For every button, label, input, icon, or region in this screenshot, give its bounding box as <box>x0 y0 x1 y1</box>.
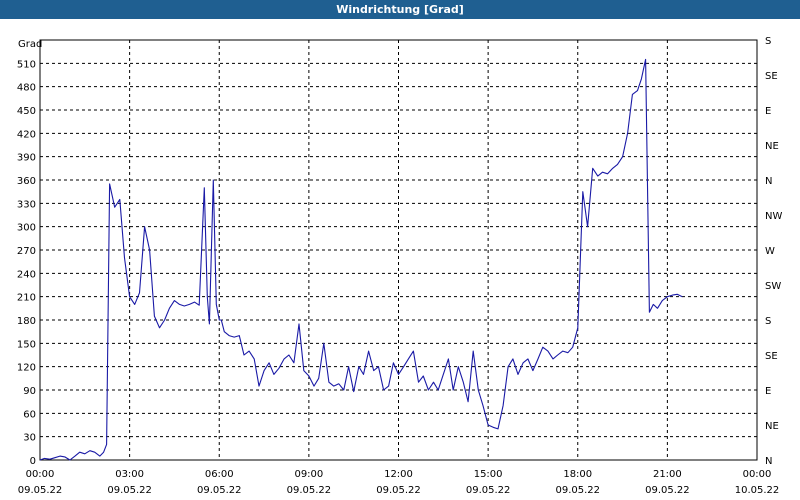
right-axis-label: N <box>765 456 772 467</box>
x-tick-time: 18:00 <box>563 469 592 480</box>
chart-window-title: Windrichtung [Grad] <box>0 0 800 19</box>
y-tick-label: 240 <box>17 269 36 280</box>
x-tick-time: 21:00 <box>653 469 682 480</box>
wind-direction-chart: 0 30 60 90 120 150 180 210 240 270 300 330 360 390 420… <box>0 19 800 500</box>
x-tick-time: 03:00 <box>115 469 144 480</box>
right-axis-label: NE <box>765 141 779 152</box>
y-tick-label: 90 <box>23 386 36 397</box>
right-axis-label: N <box>765 176 772 187</box>
y-tick-label: 150 <box>17 339 36 350</box>
x-tick-time: 15:00 <box>474 469 503 480</box>
right-axis-label: S <box>765 36 771 47</box>
y-tick-label: 180 <box>17 316 36 327</box>
x-tick-time: 12:00 <box>384 469 413 480</box>
y-tick-label: 420 <box>17 129 36 140</box>
x-tick-date: 09.05.22 <box>287 485 332 496</box>
plot-background <box>0 19 800 500</box>
x-tick-time: 00:00 <box>26 469 55 480</box>
right-axis-label: W <box>765 246 775 257</box>
x-tick-date: 09.05.22 <box>645 485 690 496</box>
x-tick-time: 06:00 <box>205 469 234 480</box>
x-tick-date: 09.05.22 <box>107 485 152 496</box>
x-tick-date: 09.05.22 <box>555 485 600 496</box>
y-tick-label: 300 <box>17 223 36 234</box>
y-axis-unit-label: Grad <box>18 39 42 50</box>
x-tick-date: 09.05.22 <box>376 485 421 496</box>
y-tick-label: 390 <box>17 153 36 164</box>
right-axis-label: S <box>765 316 771 327</box>
right-axis-label: SE <box>765 351 778 362</box>
x-tick-date: 10.05.22 <box>735 485 780 496</box>
right-axis-label: NW <box>765 211 782 222</box>
x-tick-time: 00:00 <box>743 469 772 480</box>
x-tick-time: 09:00 <box>294 469 323 480</box>
y-tick-label: 0 <box>30 456 36 467</box>
y-tick-label: 270 <box>17 246 36 257</box>
x-tick-date: 09.05.22 <box>18 485 63 496</box>
y-tick-label: 210 <box>17 293 36 304</box>
y-tick-label: 30 <box>23 433 36 444</box>
y-tick-label: 510 <box>17 59 36 70</box>
right-axis-label: NE <box>765 421 779 432</box>
y-tick-label: 330 <box>17 199 36 210</box>
y-tick-label: 360 <box>17 176 36 187</box>
y-tick-label: 450 <box>17 106 36 117</box>
right-axis-label: SE <box>765 71 778 82</box>
y-tick-label: 480 <box>17 83 36 94</box>
right-axis-label: SW <box>765 281 781 292</box>
right-axis-label: E <box>765 386 771 397</box>
y-tick-label: 60 <box>23 409 36 420</box>
x-tick-date: 09.05.22 <box>466 485 511 496</box>
y-tick-label: 120 <box>17 363 36 374</box>
right-axis-label: E <box>765 106 771 117</box>
x-tick-date: 09.05.22 <box>197 485 242 496</box>
